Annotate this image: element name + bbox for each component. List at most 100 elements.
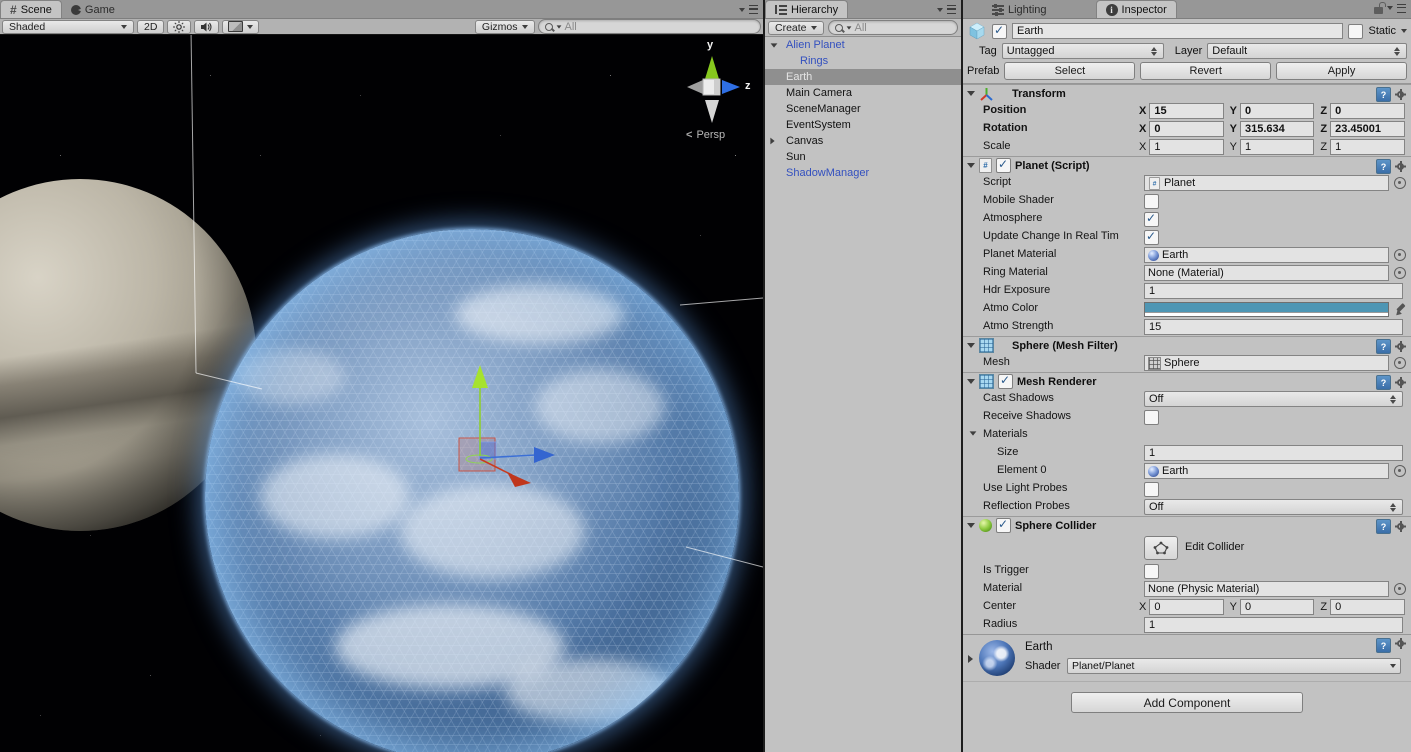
tab-game[interactable]: Game (62, 1, 124, 18)
foldout-expanded-icon[interactable] (771, 43, 778, 47)
tab-hierarchy[interactable]: Hierarchy (765, 0, 848, 18)
atmosphere-checkbox[interactable] (1144, 212, 1159, 227)
layer-dropdown[interactable]: Default (1207, 43, 1407, 59)
perspective-toggle[interactable]: Persp (686, 129, 725, 141)
help-icon[interactable] (1376, 375, 1391, 390)
hierarchy-item-alien-planet[interactable]: Alien Planet (765, 37, 961, 53)
update-realtime-checkbox[interactable] (1144, 230, 1159, 245)
scale-z-field[interactable]: 1 (1330, 139, 1405, 155)
hierarchy-item-main-camera[interactable]: Main Camera (765, 85, 961, 101)
hdr-exposure-field[interactable]: 1 (1144, 283, 1403, 299)
object-picker-icon[interactable] (1394, 357, 1406, 369)
foldout-collapsed-icon[interactable] (770, 138, 774, 145)
mobile-shader-checkbox[interactable] (1144, 194, 1159, 209)
is-trigger-checkbox[interactable] (1144, 564, 1159, 579)
static-checkbox[interactable] (1348, 24, 1363, 39)
planet-material-field[interactable]: Earth (1144, 247, 1389, 263)
atmo-color-swatch[interactable] (1144, 302, 1389, 317)
hierarchy-search-input[interactable]: All (828, 20, 958, 35)
lock-icon[interactable] (1374, 7, 1383, 14)
hierarchy-item-rings[interactable]: Rings (765, 53, 961, 69)
physic-material-field[interactable]: None (Physic Material) (1144, 581, 1389, 597)
tab-inspector[interactable]: Inspector (1096, 0, 1177, 18)
gameobject-cube-icon[interactable] (967, 21, 987, 41)
foldout-collapsed-icon[interactable] (968, 655, 973, 663)
position-x-field[interactable]: 15 (1149, 103, 1223, 119)
materials-size-field[interactable]: 1 (1144, 445, 1403, 461)
material-thumbnail[interactable] (979, 640, 1015, 676)
component-enabled-checkbox[interactable] (996, 158, 1011, 173)
scene-viewport[interactable]: y z Persp (0, 35, 763, 752)
name-field[interactable]: Earth (1012, 23, 1343, 39)
gizmos-dropdown[interactable]: Gizmos (475, 20, 535, 34)
mesh-object-field[interactable]: Sphere (1144, 355, 1389, 371)
reflection-probes-dropdown[interactable]: Off (1144, 499, 1403, 515)
gear-icon[interactable] (1395, 521, 1406, 532)
center-z-field[interactable]: 0 (1330, 599, 1405, 615)
center-x-field[interactable]: 0 (1149, 599, 1223, 615)
scene-search-input[interactable]: All (538, 19, 761, 34)
hierarchy-item-earth[interactable]: Earth (765, 69, 961, 85)
gear-icon[interactable] (1395, 341, 1406, 352)
rotation-y-field[interactable]: 315.634 (1240, 121, 1314, 137)
orientation-gizmo[interactable] (687, 56, 740, 123)
2d-toggle-button[interactable]: 2D (137, 20, 164, 34)
ring-material-field[interactable]: None (Material) (1144, 265, 1389, 281)
foldout-expanded-icon[interactable] (967, 163, 975, 168)
tab-lighting[interactable]: Lighting (983, 1, 1056, 18)
scale-y-field[interactable]: 1 (1240, 139, 1314, 155)
center-y-field[interactable]: 0 (1240, 599, 1314, 615)
script-object-field[interactable]: Planet (1144, 175, 1389, 191)
gear-icon[interactable] (1395, 161, 1406, 172)
component-enabled-checkbox[interactable] (998, 374, 1013, 389)
draw-mode-dropdown[interactable]: Shaded (2, 20, 134, 34)
rotation-x-field[interactable]: 0 (1149, 121, 1223, 137)
prefab-apply-button[interactable]: Apply (1276, 62, 1407, 80)
create-dropdown[interactable]: Create (768, 21, 824, 35)
pane-menu-icon[interactable] (1397, 4, 1406, 13)
hierarchy-item-sun[interactable]: Sun (765, 149, 961, 165)
object-picker-icon[interactable] (1394, 267, 1406, 279)
hierarchy-item-scenemanager[interactable]: SceneManager (765, 101, 961, 117)
element0-field[interactable]: Earth (1144, 463, 1389, 479)
shader-dropdown[interactable]: Planet/Planet (1067, 658, 1401, 674)
component-enabled-checkbox[interactable] (996, 518, 1011, 533)
pane-menu-arrow-icon[interactable] (1387, 6, 1393, 10)
pane-menu-arrow-icon[interactable] (937, 8, 943, 12)
scale-x-field[interactable]: 1 (1149, 139, 1223, 155)
radius-field[interactable]: 1 (1144, 617, 1403, 633)
help-icon[interactable] (1376, 638, 1391, 653)
position-y-field[interactable]: 0 (1240, 103, 1314, 119)
foldout-expanded-icon[interactable] (967, 379, 975, 384)
foldout-expanded-icon[interactable] (967, 523, 975, 528)
light-probes-checkbox[interactable] (1144, 482, 1159, 497)
tab-scene[interactable]: Scene (0, 0, 62, 18)
edit-collider-button[interactable] (1144, 536, 1178, 560)
hierarchy-item-shadowmanager[interactable]: ShadowManager (765, 165, 961, 181)
foldout-expanded-icon[interactable] (967, 343, 975, 348)
object-picker-icon[interactable] (1394, 465, 1406, 477)
tag-dropdown[interactable]: Untagged (1002, 43, 1164, 59)
help-icon[interactable] (1376, 159, 1391, 174)
foldout-expanded-icon[interactable] (970, 431, 977, 435)
atmo-strength-field[interactable]: 15 (1144, 319, 1403, 335)
help-icon[interactable] (1376, 519, 1391, 534)
hierarchy-item-canvas[interactable]: Canvas (765, 133, 961, 149)
static-dropdown-icon[interactable] (1401, 29, 1407, 33)
audio-toggle-button[interactable] (194, 20, 219, 34)
object-picker-icon[interactable] (1394, 177, 1406, 189)
effects-dropdown-button[interactable] (222, 20, 259, 34)
cast-shadows-dropdown[interactable]: Off (1144, 391, 1403, 407)
object-picker-icon[interactable] (1394, 249, 1406, 261)
foldout-expanded-icon[interactable] (967, 91, 975, 96)
prefab-select-button[interactable]: Select (1004, 62, 1135, 80)
move-gizmo[interactable] (459, 365, 555, 487)
pane-menu-icon[interactable] (749, 5, 758, 14)
gear-icon[interactable] (1395, 638, 1406, 649)
object-picker-icon[interactable] (1394, 583, 1406, 595)
hierarchy-item-eventsystem[interactable]: EventSystem (765, 117, 961, 133)
receive-shadows-checkbox[interactable] (1144, 410, 1159, 425)
rotation-z-field[interactable]: 23.45001 (1330, 121, 1405, 137)
active-checkbox[interactable] (992, 24, 1007, 39)
prefab-revert-button[interactable]: Revert (1140, 62, 1271, 80)
